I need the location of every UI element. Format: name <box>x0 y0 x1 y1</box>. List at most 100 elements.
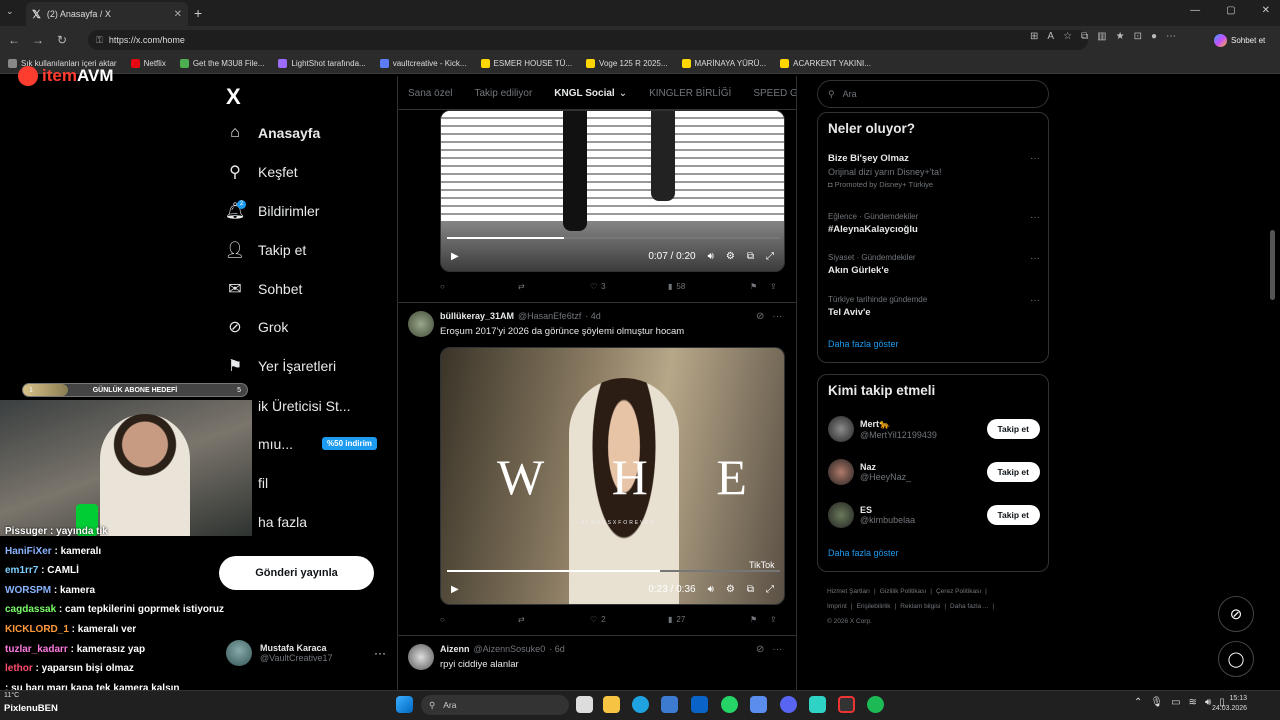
file-explorer-icon[interactable] <box>603 696 620 713</box>
retweet-icon[interactable]: ⇄ <box>518 615 590 624</box>
volume-icon[interactable]: 🔊︎ <box>708 584 714 595</box>
extensions-icon[interactable]: ⧉ <box>1081 31 1088 42</box>
footer-link[interactable]: Çerez Politikası <box>936 588 981 595</box>
mic-icon[interactable]: 🎙︎ <box>1150 697 1163 708</box>
tab-close-icon[interactable]: ✕ <box>174 9 182 20</box>
play-icon[interactable]: ▶ <box>451 251 459 262</box>
search-input[interactable]: ⚲ Ara <box>817 80 1049 108</box>
trend-more-icon[interactable]: ··· <box>1030 253 1040 264</box>
footer-link[interactable]: © 2026 X Corp. <box>827 618 872 625</box>
timeline-tab[interactable]: Takip ediliyor <box>474 88 532 99</box>
share-icon[interactable]: ⇪ <box>770 615 777 624</box>
pip-icon[interactable]: ⧉ <box>747 584 754 595</box>
avatar[interactable] <box>408 644 434 670</box>
store-icon[interactable] <box>661 696 678 713</box>
trend-more-icon[interactable]: ··· <box>1030 295 1040 306</box>
footer-link[interactable]: Gizlilik Politikası <box>880 588 927 595</box>
bookmark-item[interactable]: Get the M3U8 File... <box>179 59 264 68</box>
chevron-up-icon[interactable]: ⌃ <box>1134 697 1142 708</box>
scrollbar[interactable] <box>1270 230 1275 300</box>
footer-link[interactable]: Hizmet Şartları <box>827 588 870 595</box>
settings-icon[interactable]: ⚙ <box>726 584 735 595</box>
x-logo-icon[interactable]: X <box>226 84 241 110</box>
monitor-icon[interactable]: ▭ <box>1171 697 1180 708</box>
copilot-chat-button[interactable]: Sohbet et <box>1214 31 1276 49</box>
minimize-button[interactable]: — <box>1190 5 1200 16</box>
back-icon[interactable]: ← <box>2 33 26 47</box>
task-view-icon[interactable] <box>576 696 593 713</box>
reply-icon[interactable]: ○ <box>440 282 518 291</box>
follow-suggestion[interactable]: ES @kimbubelaa Takip et <box>828 501 1040 529</box>
bookmark-item[interactable]: ACARKENT YAKINI... <box>780 59 871 68</box>
collections-icon[interactable]: ⊡ <box>1134 31 1142 42</box>
more-icon[interactable]: ⋯ <box>1166 31 1176 42</box>
trend-item[interactable]: Türkiye tarihinde gündemde Tel Aviv'e ··… <box>828 295 1040 318</box>
grok-icon[interactable]: ⊘ <box>756 311 764 322</box>
like-button[interactable]: ♡ 2 <box>590 615 668 624</box>
fullscreen-icon[interactable]: ⤢ <box>766 584 774 595</box>
timeline-tab[interactable]: KINGLER BİRLİĞİ <box>649 88 731 99</box>
site-info-icon[interactable]: ⚿ <box>96 35 103 46</box>
messages-fab-icon[interactable]: ◯ <box>1218 641 1254 677</box>
fullscreen-icon[interactable]: ⤢ <box>766 251 774 262</box>
play-icon[interactable]: ▶ <box>451 584 459 595</box>
reply-icon[interactable]: ○ <box>440 615 518 624</box>
bookmark-icon[interactable]: ⚑ <box>750 615 770 624</box>
timeline-tab[interactable]: SPEED G <box>753 88 796 99</box>
timeline-tab[interactable]: KNGL Social <box>554 88 614 99</box>
volume-icon[interactable]: 🔊︎ <box>1205 697 1211 708</box>
tweet-time[interactable]: · 6d <box>549 644 565 654</box>
weather-widget[interactable]: 11°C <box>4 692 19 699</box>
footer-link[interactable]: Imprint <box>827 603 847 610</box>
tweet-video-1[interactable]: ▶ 0:07 / 0:20 🔊︎ ⚙ ⧉ ⤢ <box>440 110 785 272</box>
mail-icon[interactable] <box>691 696 708 713</box>
app-icon[interactable] <box>750 696 767 713</box>
account-more-icon[interactable]: ··· <box>374 646 386 660</box>
start-icon[interactable] <box>396 696 413 713</box>
taskbar-search[interactable]: ⚲ Ara <box>421 695 569 715</box>
favorite-star-icon[interactable]: ☆ <box>1063 31 1072 42</box>
new-tab-button[interactable]: + <box>194 5 202 21</box>
app-icon[interactable]: ⊞ <box>1030 31 1038 42</box>
follow-suggestion[interactable]: Naz @HeeyNaz_ Takip et <box>828 458 1040 486</box>
views-button[interactable]: ▮ 58 <box>668 282 750 291</box>
trend-item[interactable]: Eğlence · Gündemdekiler #AleynaKalaycıoğ… <box>828 212 1040 235</box>
trend-item[interactable]: Bize Bi'şey Olmaz Orijinal dizi yarın Di… <box>828 153 1040 189</box>
grok-icon[interactable]: ⊘ <box>756 644 764 655</box>
profile-icon[interactable]: ● <box>1151 31 1157 42</box>
avatar[interactable] <box>828 502 854 528</box>
follow-suggestion[interactable]: Mert🐆 @MertYil12199439 Takip et <box>828 415 1040 443</box>
edge-icon[interactable] <box>632 696 649 713</box>
retweet-icon[interactable]: ⇄ <box>518 282 590 291</box>
bookmark-item[interactable]: vaultcreative - Kick... <box>379 59 467 68</box>
tab-menu-icon[interactable]: ⌄ <box>6 6 14 17</box>
favorites-icon[interactable]: ★ <box>1116 31 1125 42</box>
nav-item-grok[interactable]: ⊘ Grok <box>226 318 288 336</box>
video-progress[interactable] <box>447 570 780 572</box>
more-icon[interactable]: ··· <box>772 644 782 655</box>
refresh-icon[interactable]: ↻ <box>50 33 74 47</box>
settings-icon[interactable]: ⚙ <box>726 251 735 262</box>
views-button[interactable]: ▮ 27 <box>668 615 750 624</box>
show-more-link[interactable]: Daha fazla göster <box>828 548 899 558</box>
tweet-handle[interactable]: @AizennSosuke0 <box>474 644 546 654</box>
bookmark-item[interactable]: Voge 125 R 2025... <box>586 59 668 68</box>
url-field[interactable]: ⚿ https://x.com/home <box>88 30 1088 50</box>
whatsapp-icon[interactable] <box>721 696 738 713</box>
trend-item[interactable]: Siyaset · Gündemdekiler Akın Gürlek'e ··… <box>828 253 1040 276</box>
split-screen-icon[interactable]: ▥ <box>1097 31 1106 42</box>
tweet-video-2[interactable]: W H E ALWAYSXFOREVER TikTok ▶ 0:23 / 0:3… <box>440 347 785 605</box>
avatar[interactable] <box>408 311 434 337</box>
footer-link[interactable]: Erişilebilirlik <box>857 603 891 610</box>
avatar[interactable] <box>828 459 854 485</box>
maximize-button[interactable]: ▢ <box>1226 5 1235 16</box>
timeline-tab[interactable]: Sana özel <box>408 88 452 99</box>
nav-item-home[interactable]: ⌂ Anasayfa <box>226 124 320 142</box>
read-aloud-icon[interactable]: A <box>1047 31 1054 42</box>
nav-item-bookmarks[interactable]: ⚑ Yer İşaretleri <box>226 357 336 375</box>
obs-icon[interactable] <box>838 696 855 713</box>
grok-fab-icon[interactable]: ⊘ <box>1218 596 1254 632</box>
like-button[interactable]: ♡ 3 <box>590 282 668 291</box>
footer-link[interactable]: Reklam bilgisi <box>900 603 940 610</box>
follow-button[interactable]: Takip et <box>986 505 1040 525</box>
